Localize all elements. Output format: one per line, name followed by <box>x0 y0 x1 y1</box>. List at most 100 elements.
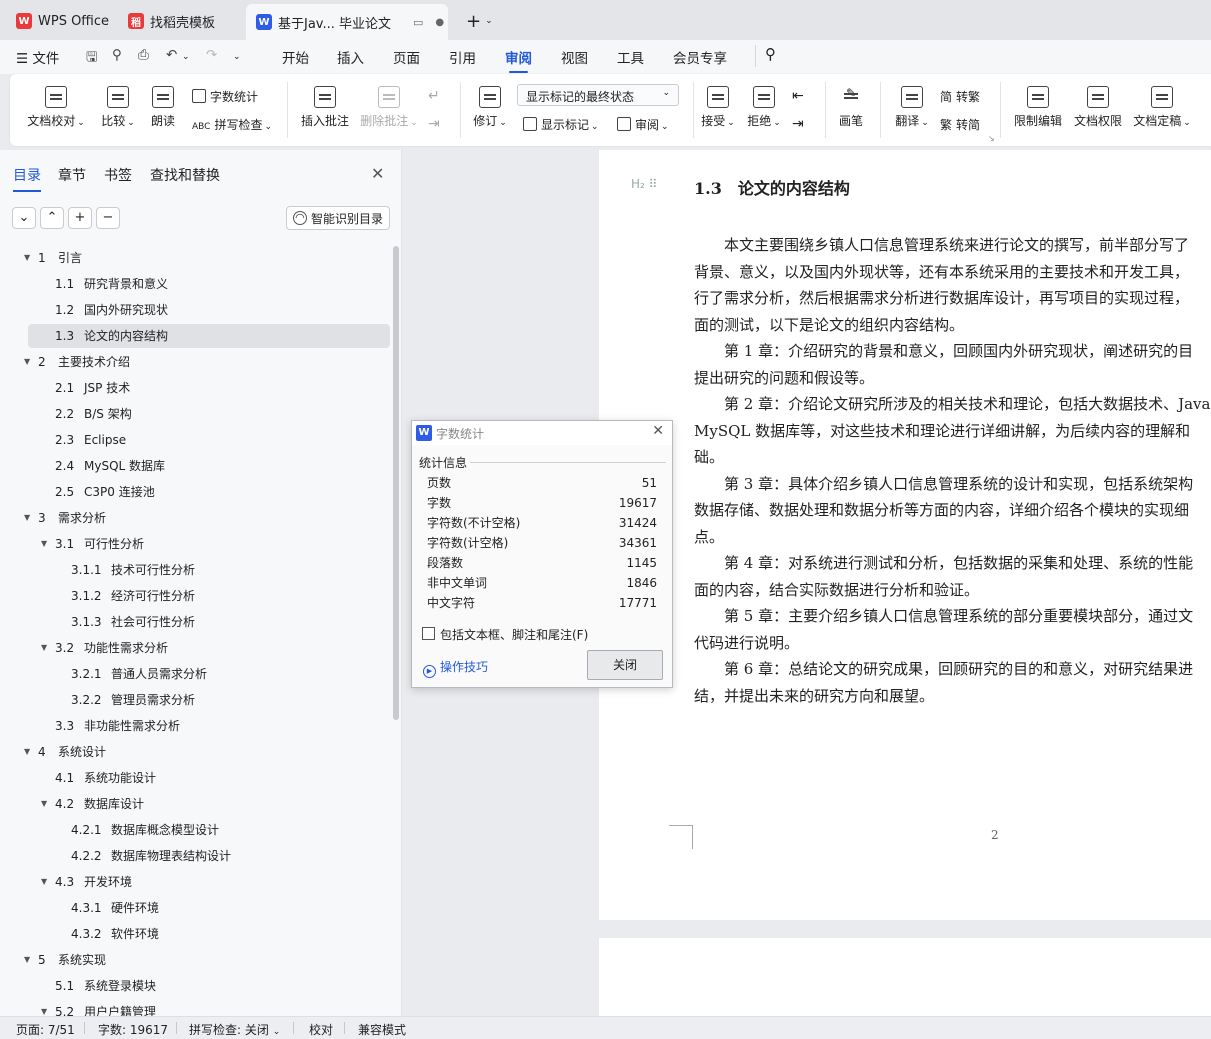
toc-item[interactable]: ▼ 2 主要技术介绍 <box>24 350 368 374</box>
menu-view[interactable]: 视图 <box>561 47 588 67</box>
menu-page[interactable]: 页面 <box>393 47 420 67</box>
tab-find-replace[interactable]: 查找和替换 <box>150 165 220 185</box>
menu-member[interactable]: 会员专享 <box>673 47 727 67</box>
close-icon[interactable]: ✕ <box>652 423 664 439</box>
menu-start[interactable]: 开始 <box>282 47 309 67</box>
expand-arrow-icon[interactable]: ▼ <box>41 792 47 816</box>
toc-item[interactable]: 4.3.1 硬件环境 <box>28 896 368 920</box>
include-textbox-label[interactable]: 包括文本框、脚注和尾注(F) <box>440 626 588 643</box>
spell-check-button[interactable]: ABC 拼写检查 ⌄ <box>192 116 272 133</box>
doc-permission-button[interactable]: 文档权限 <box>1072 86 1124 129</box>
tab-toc[interactable]: 目录 <box>13 165 41 192</box>
expand-arrow-icon[interactable]: ▼ <box>24 350 30 374</box>
toc-item[interactable]: 3.2.2 管理员需求分析 <box>28 688 368 712</box>
reject-button[interactable]: 拒绝 ⌄ <box>746 86 782 129</box>
toc-item[interactable]: ▼ 1 引言 <box>24 246 368 270</box>
track-changes-button[interactable]: 修订 ⌄ <box>470 86 510 129</box>
previous-change-icon[interactable]: ⇤ <box>792 88 804 104</box>
expand-arrow-icon[interactable]: ▼ <box>41 532 47 556</box>
redo-icon[interactable]: ↷ <box>206 47 217 63</box>
translate-button[interactable]: 翻译 ⌄ <box>892 86 932 129</box>
toc-item[interactable]: 3.2.1 普通人员需求分析 <box>28 662 368 686</box>
toc-item[interactable]: ▼ 3.1 可行性分析 <box>28 532 368 556</box>
tab-sections[interactable]: 章节 <box>58 165 86 185</box>
show-markup-button[interactable]: 显示标记 ⌄ <box>523 116 599 133</box>
word-count-button[interactable]: 字数统计 <box>192 88 258 105</box>
tips-link[interactable]: ▶ 操作技巧 <box>423 658 488 678</box>
to-traditional-button[interactable]: 简转繁 <box>940 88 980 105</box>
previous-comment-icon[interactable]: ↵ <box>428 88 440 104</box>
search-icon[interactable]: ⚲ <box>765 45 776 63</box>
next-change-icon[interactable]: ⇥ <box>792 116 804 132</box>
doc-finalize-button[interactable]: 文档定稿 ⌄ <box>1132 86 1192 129</box>
toc-item[interactable]: ▼ 3 需求分析 <box>24 506 368 530</box>
toc-item[interactable]: 2.4 MySQL 数据库 <box>28 454 368 478</box>
undo-dropdown-icon[interactable]: ⌄ <box>182 52 190 62</box>
toc-item[interactable]: 3.3 非功能性需求分析 <box>28 714 368 738</box>
add-heading-button[interactable]: + <box>68 207 92 229</box>
sidebar-scrollbar[interactable] <box>393 246 399 720</box>
toc-item[interactable]: 2.3 Eclipse <box>28 428 368 452</box>
toc-item[interactable]: 1.2 国内外研究现状 <box>28 298 368 322</box>
menu-insert[interactable]: 插入 <box>337 47 364 67</box>
smart-toc-button[interactable]: ◠ 智能识别目录 <box>286 206 390 230</box>
toc-item[interactable]: 3.1.1 技术可行性分析 <box>28 558 368 582</box>
expand-arrow-icon[interactable]: ▼ <box>41 636 47 660</box>
expand-arrow-icon[interactable]: ▼ <box>24 948 30 972</box>
include-textbox-checkbox[interactable] <box>422 627 435 640</box>
accept-button[interactable]: 接受 ⌄ <box>700 86 736 129</box>
spell-check-status[interactable]: 拼写检查: 关闭 ⌄ <box>189 1021 280 1038</box>
close-icon[interactable]: ✕ <box>371 164 384 183</box>
toc-item[interactable]: ▼ 5 系统实现 <box>24 948 368 972</box>
undo-icon[interactable]: ↶ <box>166 47 177 63</box>
dialog-title-bar[interactable]: W 字数统计 ✕ <box>412 421 672 445</box>
collapse-all-button[interactable]: ⌄ <box>12 207 36 229</box>
tab-monitor-icon[interactable]: ▭ <box>413 16 423 29</box>
tab-bookmarks[interactable]: 书签 <box>104 165 132 185</box>
toc-item[interactable]: ▼ 4 系统设计 <box>24 740 368 764</box>
toc-item[interactable]: 2.1 JSP 技术 <box>28 376 368 400</box>
toc-item[interactable]: 4.2.1 数据库概念模型设计 <box>28 818 368 842</box>
delete-comment-button[interactable]: 删除批注 ⌄ <box>360 86 418 129</box>
print-preview-icon[interactable]: ⎙ <box>138 47 149 63</box>
tab-document[interactable]: W 基于Jav... 毕业论文 ▭ ● <box>246 4 448 40</box>
new-tab-button[interactable]: + ⌄ <box>456 6 502 36</box>
menu-review[interactable]: 审阅 <box>505 47 532 73</box>
toc-item[interactable]: ▼ 4.3 开发环境 <box>28 870 368 894</box>
proofread-status[interactable]: 校对 <box>309 1021 333 1038</box>
document-page[interactable]: H₂ ⠿ 1.3 论文的内容结构 本文主要围绕乡镇人口信息管理系统来进行论文的撰… <box>599 150 1211 920</box>
expand-arrow-icon[interactable]: ▼ <box>24 740 30 764</box>
read-aloud-button[interactable]: 朗读 <box>148 86 178 129</box>
toc-item[interactable]: 2.2 B/S 架构 <box>28 402 368 426</box>
share-icon[interactable]: ⚲ <box>112 47 122 63</box>
toc-item[interactable]: 1.3 论文的内容结构 <box>28 324 390 348</box>
compare-button[interactable]: 比较 ⌄ <box>96 86 140 129</box>
toc-item[interactable]: 1.1 研究背景和意义 <box>28 272 368 296</box>
to-simplified-button[interactable]: 繁转简 <box>940 116 980 133</box>
save-icon[interactable]: 🖫 <box>86 47 98 70</box>
pen-button[interactable]: ✎ 画笔 <box>836 86 866 129</box>
word-count-indicator[interactable]: 字数: 19617 <box>98 1021 168 1038</box>
review-pane-button[interactable]: 审阅 ⌄ <box>617 116 669 133</box>
toc-item[interactable]: 3.1.2 经济可行性分析 <box>28 584 368 608</box>
expand-arrow-icon[interactable]: ▼ <box>24 246 30 270</box>
close-button[interactable]: 关闭 <box>587 650 663 680</box>
doc-check-button[interactable]: 文档校对 ⌄ <box>26 86 86 129</box>
toc-item[interactable]: 4.1 系统功能设计 <box>28 766 368 790</box>
restrict-edit-button[interactable]: 限制编辑 <box>1012 86 1064 129</box>
expand-group-icon[interactable]: ↘ <box>988 134 995 143</box>
expand-up-button[interactable]: ⌃ <box>40 207 64 229</box>
remove-heading-button[interactable]: − <box>96 207 120 229</box>
tab-wps-office[interactable]: W WPS Office <box>6 6 114 36</box>
toc-item[interactable]: 5.1 系统登录模块 <box>28 974 368 998</box>
expand-arrow-icon[interactable]: ▼ <box>41 870 47 894</box>
toc-item[interactable]: ▼ 3.2 功能性需求分析 <box>28 636 368 660</box>
heading-level-marker[interactable]: H₂ ⠿ <box>631 177 657 191</box>
tab-docer-templates[interactable]: 稻 找稻壳模板 <box>118 6 242 36</box>
next-comment-icon[interactable]: ⇥ <box>428 116 440 132</box>
menu-reference[interactable]: 引用 <box>449 47 476 67</box>
quick-access-dropdown-icon[interactable]: ⌄ <box>233 52 241 62</box>
toc-item[interactable]: 4.2.2 数据库物理表结构设计 <box>28 844 368 868</box>
menu-tools[interactable]: 工具 <box>617 47 644 67</box>
file-menu[interactable]: ☰ 文件 <box>16 47 59 67</box>
